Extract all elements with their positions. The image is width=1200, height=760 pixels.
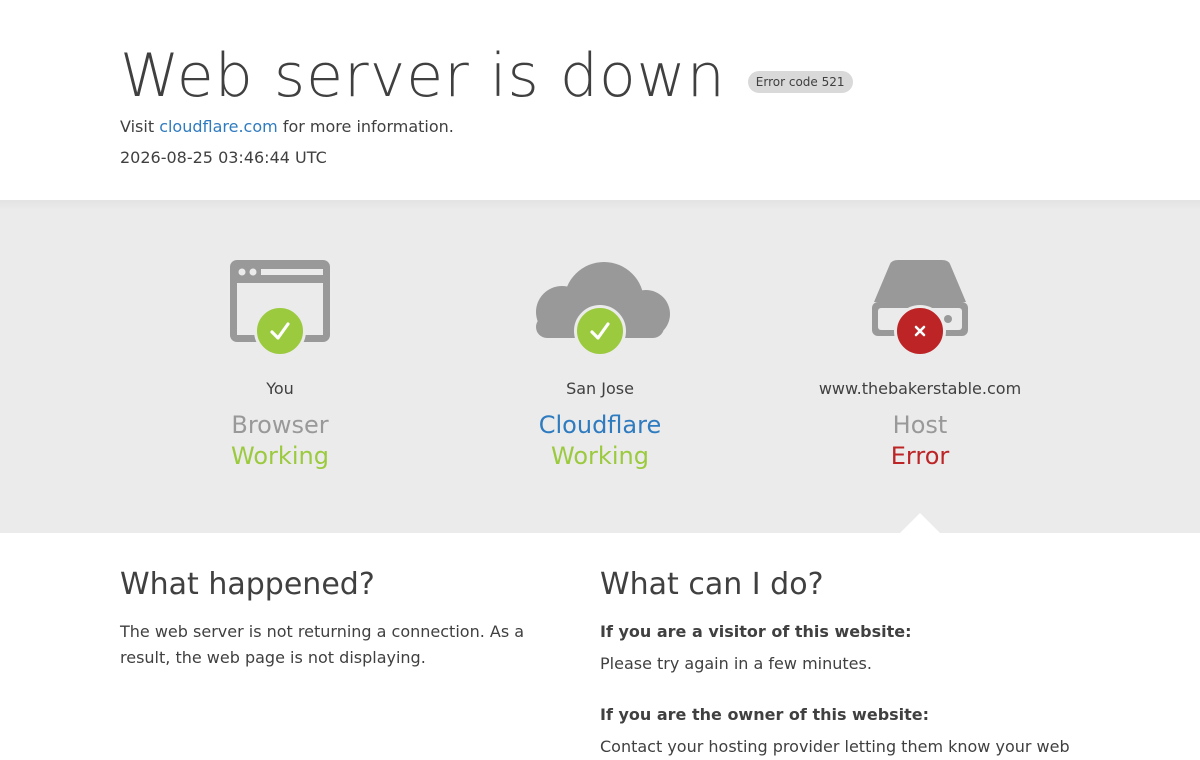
what-happened-title: What happened? xyxy=(120,567,375,602)
owner-heading: If you are the owner of this website: xyxy=(600,705,930,724)
host-role: Host xyxy=(892,411,948,439)
what-happened-body: The web server is not returning a connec… xyxy=(120,622,525,667)
details-section: What happened? The web server is not ret… xyxy=(0,533,1200,756)
browser-location: You xyxy=(266,379,294,398)
page-header: Web server is down Error code 521 Visit … xyxy=(0,0,1200,200)
status-cloudflare: San Jose Cloudflare Working xyxy=(440,200,760,533)
visitor-heading: If you are a visitor of this website: xyxy=(600,622,912,641)
cloudflare-location: San Jose xyxy=(566,379,634,398)
status-band: You Browser Working San Jose Cloudflare xyxy=(0,200,1200,533)
visit-prefix: Visit xyxy=(120,117,160,136)
cloudflare-state: Working xyxy=(551,442,649,470)
page-title: Web server is down xyxy=(120,41,726,111)
host-pointer-arrow xyxy=(900,513,940,533)
browser-role: Browser xyxy=(231,411,329,439)
what-can-i-do-title: What can I do? xyxy=(600,567,824,602)
visit-suffix: for more information. xyxy=(277,117,454,136)
cloudflare-role: Cloudflare xyxy=(538,411,662,439)
cloudflare-check-icon xyxy=(574,305,626,357)
error-code-badge: Error code 521 xyxy=(747,71,853,93)
browser-state: Working xyxy=(231,442,329,470)
host-state: Error xyxy=(890,442,950,470)
timestamp: 2026-08-25 03:46:44 UTC xyxy=(120,148,327,167)
status-host: www.thebakerstable.com Host Error xyxy=(760,200,1080,533)
owner-body: Contact your hosting provider letting th… xyxy=(600,737,1070,756)
cloudflare-link[interactable]: cloudflare.com xyxy=(159,117,278,136)
host-x-icon xyxy=(894,305,946,357)
browser-check-icon xyxy=(254,305,306,357)
host-location: www.thebakerstable.com xyxy=(818,379,1022,398)
status-browser: You Browser Working xyxy=(120,200,440,533)
visit-line: Visit cloudflare.com for more informatio… xyxy=(120,117,454,137)
visitor-body: Please try again in a few minutes. xyxy=(600,654,872,673)
title-row: Web server is down Error code 521 xyxy=(120,40,853,112)
